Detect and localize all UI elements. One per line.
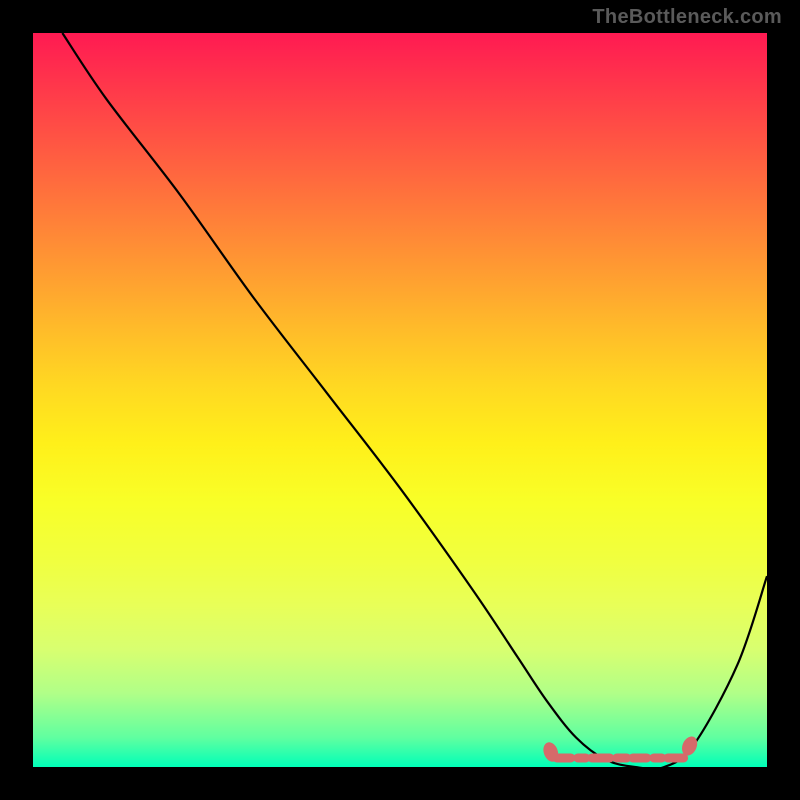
highlight-marker-band [541, 734, 700, 764]
chart-plot-area [33, 33, 767, 767]
watermark-label: TheBottleneck.com [592, 6, 782, 29]
curve-svg [33, 33, 767, 767]
bottleneck-curve-line [62, 33, 767, 769]
